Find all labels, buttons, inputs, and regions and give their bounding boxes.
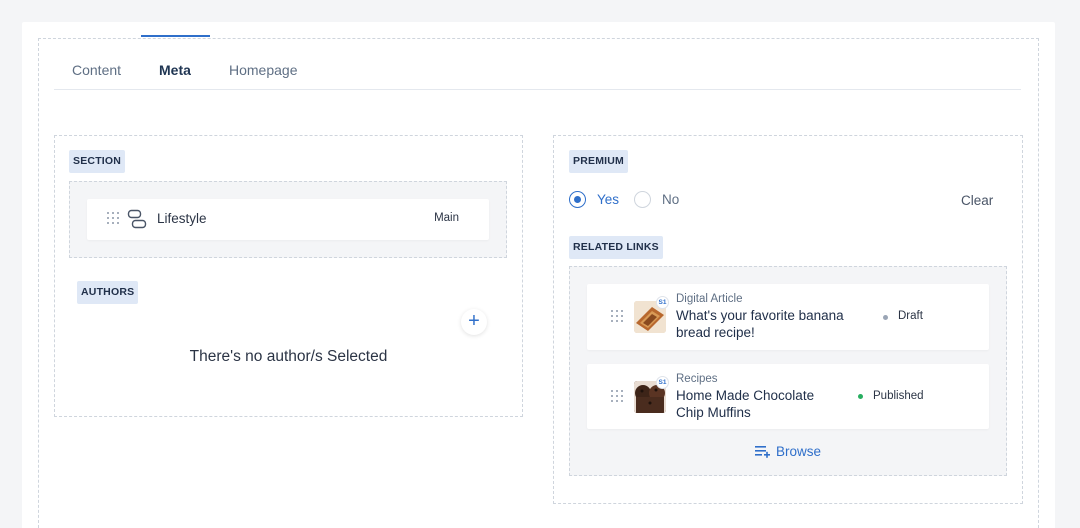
premium-no-radio[interactable] [634, 191, 651, 208]
drag-handle-icon[interactable] [611, 310, 625, 324]
authors-badge: AUTHORS [77, 281, 139, 304]
tab-meta[interactable]: Meta [159, 62, 191, 78]
premium-badge: PREMIUM [569, 150, 628, 173]
add-author-button[interactable]: + [461, 309, 487, 335]
tab-bar: Content Meta Homepage [54, 52, 1021, 90]
status-dot [858, 394, 863, 399]
drag-handle-icon[interactable] [611, 390, 625, 404]
section-item-label: Lifestyle [157, 211, 207, 226]
tab-content[interactable]: Content [72, 62, 121, 78]
related-links-badge: RELATED LINKS [569, 236, 663, 259]
status-label: Published [873, 390, 924, 402]
drag-handle-icon[interactable] [107, 212, 121, 226]
s1-badge: S1 [656, 376, 669, 389]
related-link-category: Digital Article [676, 293, 743, 305]
browse-label: Browse [776, 444, 822, 459]
premium-yes-label[interactable]: Yes [597, 192, 619, 207]
related-link-item[interactable]: S1 Digital Article What's your favorite … [587, 284, 989, 350]
related-link-title-line2: bread recipe! [676, 325, 755, 340]
related-link-title-line1: What's your favorite banana [676, 308, 844, 323]
related-link-item[interactable]: S1 Recipes Home Made Chocolate Chip Muff… [587, 364, 989, 429]
related-link-title-line2: Chip Muffins [676, 405, 751, 420]
section-item-tag: Main [434, 212, 459, 224]
section-item[interactable]: Lifestyle Main [87, 199, 489, 240]
related-link-category: Recipes [676, 373, 718, 385]
s1-badge: S1 [656, 296, 669, 309]
premium-clear-button[interactable]: Clear [961, 193, 993, 208]
tab-homepage[interactable]: Homepage [229, 62, 298, 78]
premium-no-label[interactable]: No [662, 192, 679, 207]
section-badge: SECTION [69, 150, 126, 173]
authors-empty-text: There's no author/s Selected [189, 348, 388, 365]
section-icon [127, 209, 147, 229]
premium-yes-radio[interactable] [569, 191, 586, 208]
section-authors-panel [54, 135, 523, 417]
browse-icon [755, 446, 770, 458]
status-label: Draft [898, 310, 923, 322]
active-tab-indicator [141, 35, 210, 37]
related-link-title-line1: Home Made Chocolate [676, 388, 815, 403]
status-dot [883, 315, 888, 320]
